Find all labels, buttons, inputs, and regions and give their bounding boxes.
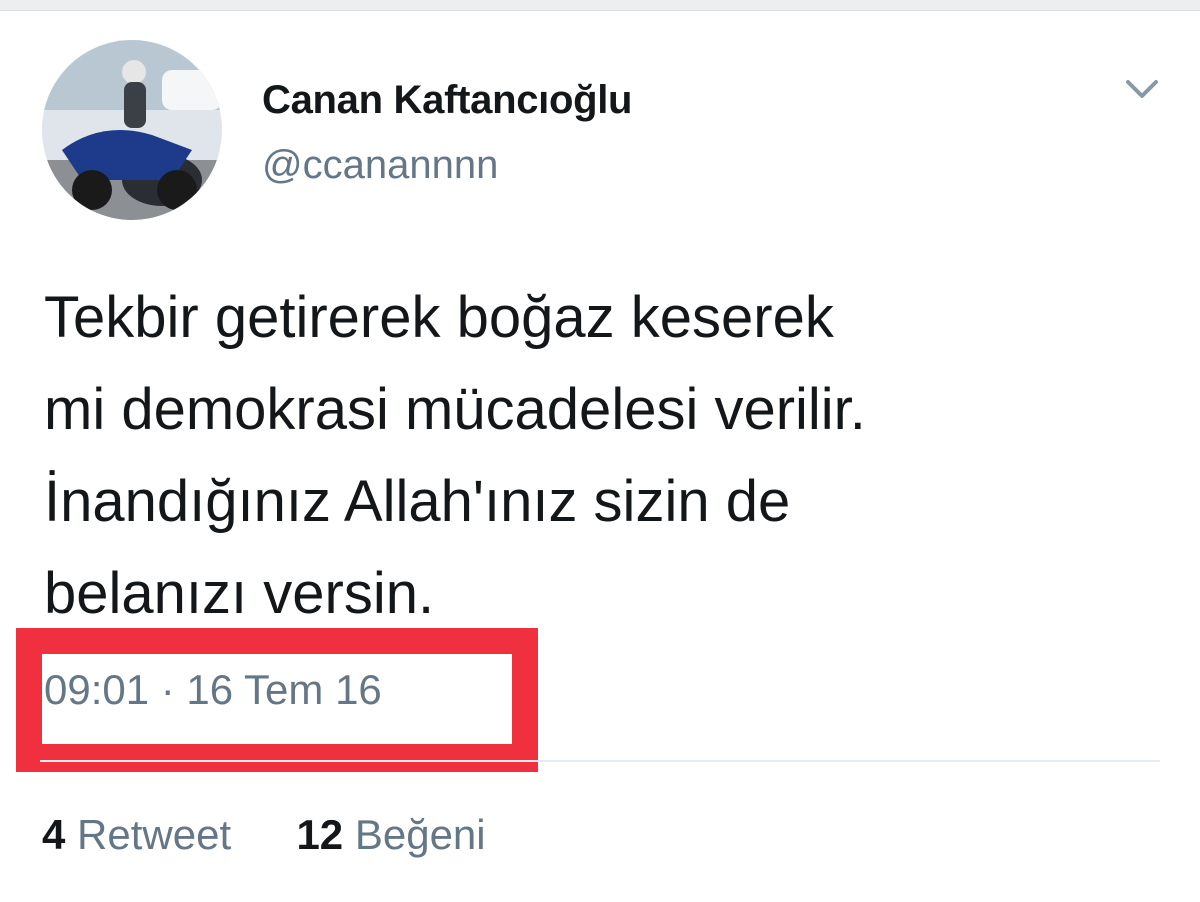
tweet-stats: 4 Retweet 12 Beğeni (42, 811, 486, 859)
author-handle[interactable]: @ccanannnn (262, 143, 498, 188)
top-border (0, 0, 1200, 11)
likes-stat[interactable]: 12 Beğeni (296, 811, 485, 858)
likes-label: Beğeni (354, 811, 486, 858)
likes-count: 12 (296, 811, 344, 858)
chevron-down-icon[interactable] (1122, 74, 1162, 104)
tweet-text-line: belanızı versin. (44, 561, 435, 626)
divider (40, 760, 1160, 762)
retweets-stat[interactable]: 4 Retweet (42, 811, 243, 858)
author-display-name[interactable]: Canan Kaftancıoğlu (262, 78, 632, 123)
tweet-text: Tekbir getirerek boğaz keserek mi demokr… (44, 272, 1154, 640)
retweets-count: 4 (42, 811, 66, 858)
avatar-image (42, 40, 222, 220)
tweet-text-line: İnandığınız Allah'ınız sizin de (44, 469, 791, 534)
retweets-label: Retweet (77, 811, 232, 858)
tweet-timestamp[interactable]: 09:01 · 16 Tem 16 (44, 666, 382, 714)
tweet-text-line: Tekbir getirerek boğaz keserek (44, 285, 834, 350)
tweet-text-line: mi demokrasi mücadelesi verilir. (44, 377, 866, 442)
avatar[interactable] (42, 40, 222, 220)
